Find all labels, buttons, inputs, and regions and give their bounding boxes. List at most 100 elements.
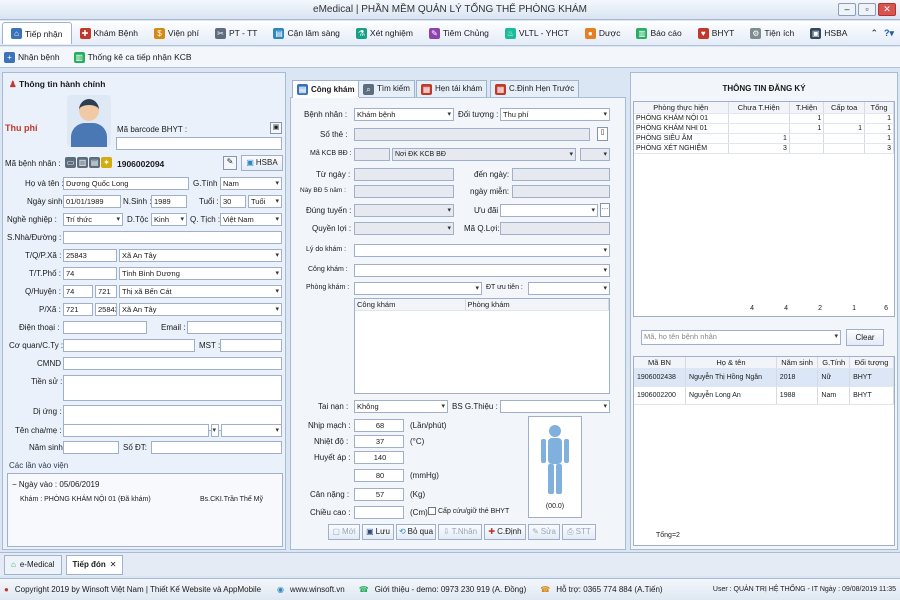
pxa-code1[interactable]: 721 [63,303,93,316]
mst-input[interactable] [220,339,282,352]
menu-xet-nghiem[interactable]: ⚗ Xét nghiệm [348,22,421,44]
ttpho-code[interactable]: 74 [63,267,117,280]
tab-tiep-don[interactable]: Tiếp đón ✕ [65,554,124,575]
skip-button[interactable]: ⟲ Bỏ qua [396,524,436,540]
services-grid[interactable]: Công khám Phòng khám [354,298,610,394]
tab-tim-kiem[interactable]: ⌕ Tìm kiếm [358,80,415,97]
menu-tiep-nhan[interactable]: ⌂ Tiếp nhận [2,22,72,44]
ngaymien-input[interactable] [512,185,610,198]
close-tab-icon[interactable]: ✕ [110,560,117,569]
quyenloi-select[interactable] [354,222,454,235]
collapse-ribbon-icon[interactable]: ⌃ [870,28,878,39]
cmnd-input[interactable] [63,357,282,370]
edit-button[interactable]: ✎ Sửa [528,524,560,540]
tab-c-dinh-hen-truoc[interactable]: ▦ C.Định Hẹn Trước [490,80,580,97]
huyetap-systolic[interactable]: 140 [354,451,404,464]
uudai-select[interactable] [500,204,598,217]
maximize-button[interactable]: ▫ [858,3,876,16]
scan-icon[interactable]: ▣ [270,122,282,134]
tencha-input[interactable] [63,424,209,437]
save-button[interactable]: ▣ Lưu [362,524,394,540]
dienthoai-input[interactable] [63,321,147,334]
menu-hsba[interactable]: ▣ HSBA [802,22,855,44]
table-row[interactable]: PHÒNG KHÁM NHI 01 1 1 1 [634,123,894,134]
lydo-select[interactable] [354,244,610,257]
qhuyen-select[interactable]: Thị xã Bến Cát [119,285,282,298]
tiensu-input[interactable] [63,375,282,401]
table-row[interactable]: PHÒNG XÉT NGHIỆM 3 3 [634,143,894,154]
dtoc-select[interactable]: Kinh [151,213,187,226]
registration-grid[interactable]: Phòng thực hiện Chưa T.Hiện T.Hiện Cấp t… [633,101,895,317]
qhuyen-code2[interactable]: 721 [95,285,117,298]
huyetap-diastolic[interactable]: 80 [354,469,404,482]
tqpx-select[interactable]: Xã An Tây [119,249,282,262]
stt-button[interactable]: ⎙ STT [562,524,596,540]
quan-he-select[interactable] [221,424,282,437]
nhan-benh-button[interactable]: + Nhận bệnh [4,51,60,63]
history-doctor[interactable]: Bs.CKI.Trần Thế Mỹ [200,496,263,503]
sonha-input[interactable] [63,231,282,244]
help-icon[interactable]: ?▾ [884,28,894,39]
makcbbd-extra[interactable] [580,148,610,161]
t-nhan-button[interactable]: ⇩ T.Nhân [438,524,482,540]
bsgthieu-select[interactable] [500,400,610,413]
edit-icon[interactable]: ✎ [223,156,237,170]
clear-button[interactable]: Clear [846,329,884,346]
table-row[interactable]: PHÒNG KHÁM NỘI 01 1 1 [634,113,894,124]
menu-can-lam-sang[interactable]: ▤ Cận lâm sàng [265,22,347,44]
benhnhan-select[interactable]: Khám bệnh [354,108,454,121]
table-row[interactable]: PHÒNG SIÊU ÂM 1 1 [634,133,894,144]
patient-grid[interactable]: Mã BN Họ & tên Năm sinh G.Tính Đối tượng… [633,356,895,546]
sodt-input[interactable] [151,441,282,454]
menu-duoc[interactable]: ● Dược [577,22,629,44]
history-date[interactable]: − Ngày vào : 05/06/2019 [12,480,99,489]
card-reader-icon[interactable]: ▭ [65,157,76,168]
pxa-code2[interactable]: 25843 [95,303,117,316]
menu-kham-benh[interactable]: ✚ Khám Bệnh [72,22,146,44]
gtinh-select[interactable]: Nam [220,177,282,190]
nhietdo-input[interactable]: 37 [354,435,404,448]
table-row[interactable]: 1906002438 Nguyễn Thị Hồng Ngân 2018 Nữ BHYT [634,368,894,387]
tungay-input[interactable] [354,168,454,181]
pxa-select[interactable]: Xã An Tây [119,303,282,316]
qtich-select[interactable]: Việt Nam [220,213,282,226]
nhipmach-input[interactable]: 68 [354,419,404,432]
nay5nam-input[interactable] [354,185,454,198]
tab-emedical[interactable]: ⌂ e-Medical [4,554,62,575]
menu-vien-phi[interactable]: $ Viện phí [146,22,207,44]
close-button[interactable]: ✕ [878,3,896,16]
doituong-select[interactable]: Thu phí [500,108,610,121]
nsinh-input[interactable]: 1989 [151,195,187,208]
cannang-input[interactable]: 57 [354,488,404,501]
denngay-input[interactable] [512,168,610,181]
tuoi-input[interactable]: 30 [220,195,246,208]
tab-hen-tai-kham[interactable]: ▦ Hẹn tái khám [416,80,488,97]
dtuutien-select[interactable] [528,282,610,295]
menu-tien-ich[interactable]: ⚙ Tiện ích [742,22,802,44]
coquan-input[interactable] [63,339,195,352]
maqloi-input[interactable] [500,222,610,235]
ttpho-select[interactable]: Tỉnh Bình Dương [119,267,282,280]
tainan-select[interactable]: Không [354,400,448,413]
menu-tiem-chung[interactable]: ✎ Tiêm Chủng [421,22,497,44]
email-input[interactable] [187,321,282,334]
tuoi-unit-select[interactable]: Tuổi [248,195,282,208]
card-info-icon[interactable]: ▯ [597,127,608,141]
menu-vltl-yhct[interactable]: ♨ VLTL - YHCT [497,22,577,44]
menu-pt-tt[interactable]: ✂ PT - TT [207,22,266,44]
nghe-select[interactable]: Trí thức [63,213,123,226]
table-row[interactable]: 1906002200 Nguyễn Long An 1988 Nam BHYT [634,386,894,405]
history-kham[interactable]: Khám : PHÒNG KHÁM NỘI 01 (Đã khám) [20,496,151,503]
capcuu-checkbox[interactable] [428,507,436,515]
c-dinh-button[interactable]: ✚ C.Định [484,524,526,540]
sothe-input[interactable] [354,128,590,141]
key-icon[interactable]: ✦ [101,157,112,168]
namsinh-input[interactable] [63,441,119,454]
makcbbd-code[interactable] [354,148,390,161]
dungtuyen-select[interactable] [354,204,454,217]
id-card-icon[interactable]: ▤ [89,157,100,168]
chieucao-input[interactable] [354,506,404,519]
hoten-input[interactable]: Dương Quốc Long [63,177,189,190]
more-button[interactable]: … [600,203,610,217]
congkham-select[interactable] [354,264,610,277]
